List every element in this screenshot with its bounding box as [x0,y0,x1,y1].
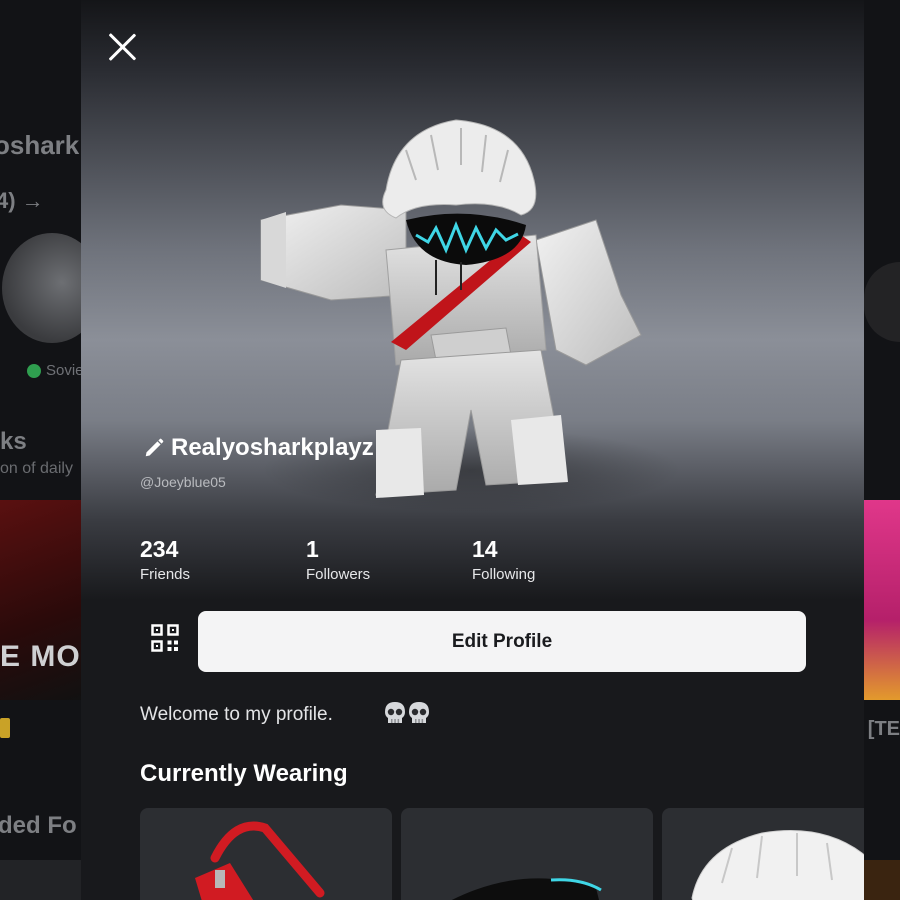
profile-bio: Welcome to my profile. [140,704,333,725]
edit-profile-button[interactable]: Edit Profile [198,611,806,672]
stats-row: 234 Friends 1 Followers 14 Following [140,536,638,583]
close-icon[interactable] [105,30,139,64]
stat-value: 234 [140,536,179,562]
stat-label: Friends [140,566,191,583]
bg-friend-avatar-right [864,262,900,342]
item-thumbnail [691,830,864,900]
trophy-icon [0,718,10,738]
display-name: Realyosharkplayz [171,434,374,461]
skull-icon [385,702,405,723]
stat-value: 14 [472,536,498,562]
stat-friends[interactable]: 234 Friends [140,536,306,583]
stat-followers[interactable]: 1 Followers [306,536,472,583]
pencil-icon[interactable] [143,437,165,459]
qr-code-icon[interactable] [151,624,179,652]
stat-value: 1 [306,536,319,562]
bio-emoji [384,701,430,725]
wearing-item-mask[interactable] [401,808,653,900]
bg-section-heading: ks [0,428,27,455]
wearing-item-hair[interactable] [662,808,864,900]
currently-wearing-title: Currently Wearing [140,760,348,787]
profile-modal: Realyosharkplayz @Joeyblue05 234 Friends… [81,0,864,900]
wearing-items-list [140,808,864,900]
skull-icon [409,702,429,723]
bg-section-heading-2: ded Fo [0,812,77,839]
display-name-row[interactable]: Realyosharkplayz [143,434,374,462]
stat-label: Following [472,566,536,583]
bg-bottom-tile-right [864,860,900,900]
username-handle: @Joeyblue05 [140,474,226,490]
wearing-item-bag[interactable] [140,808,392,900]
stat-following[interactable]: 14 Following [472,536,638,583]
item-thumbnail [451,878,602,900]
bg-game-tile-right [864,500,900,700]
bg-bottom-tile [0,860,82,900]
stat-label: Followers [306,566,371,583]
bg-friend-name: Sovie [46,362,84,379]
item-thumbnail [195,821,325,900]
online-status-dot [27,364,41,378]
bg-friends-link: 4) → [0,188,44,213]
bg-section-subtitle: on of daily [0,460,73,477]
